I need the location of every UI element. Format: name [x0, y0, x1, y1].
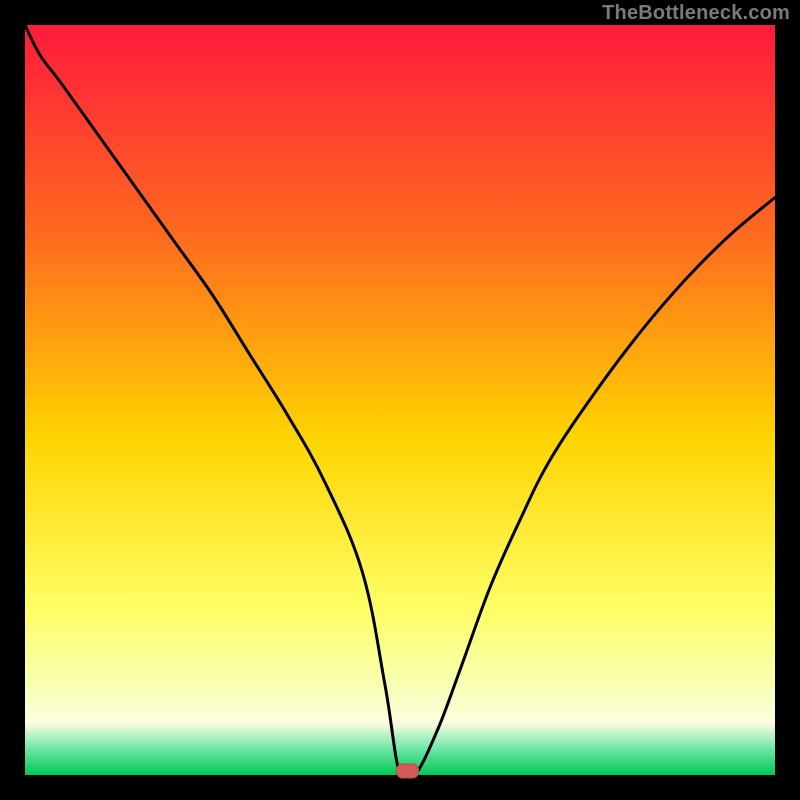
chart-stage: { "watermark": "TheBottleneck.com", "col…	[0, 0, 800, 800]
plot-background	[25, 25, 775, 775]
bottleneck-chart	[0, 0, 800, 800]
optimal-marker	[397, 764, 419, 778]
watermark-label: TheBottleneck.com	[602, 2, 790, 25]
